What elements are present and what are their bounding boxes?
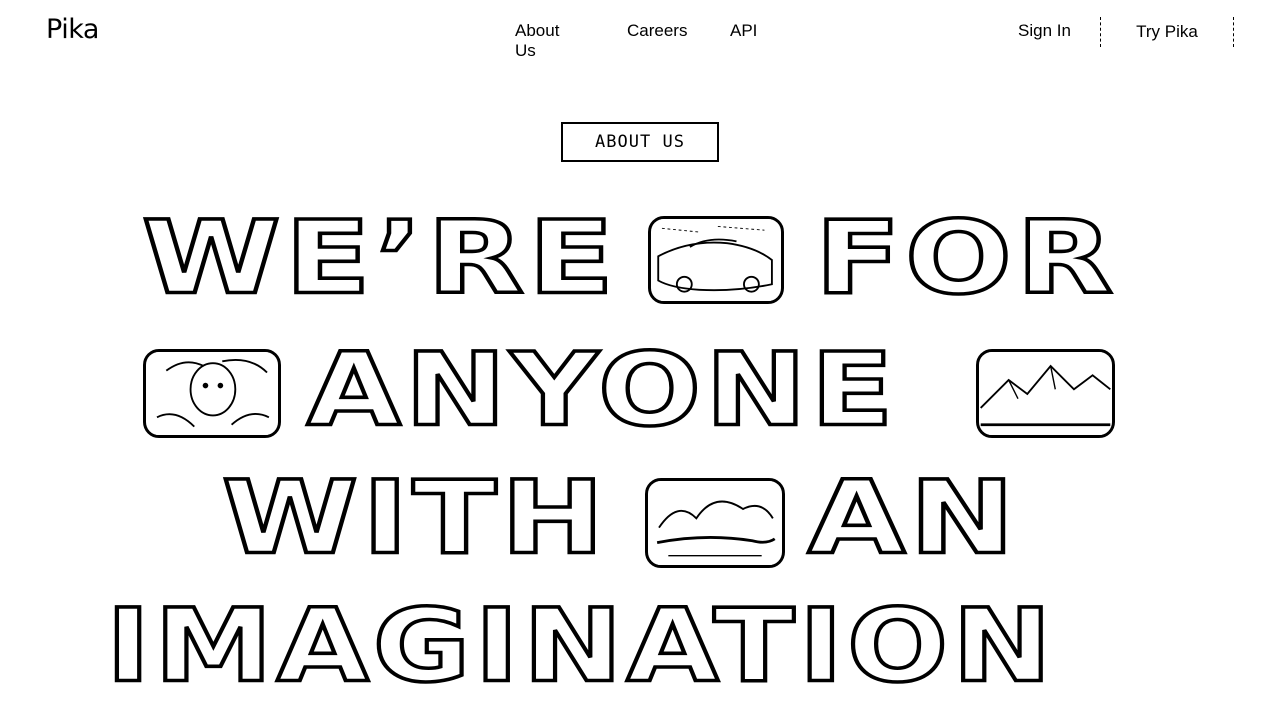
car-video-thumbnail[interactable] [648,216,784,304]
painting-video-thumbnail[interactable] [143,349,281,438]
forest-video-thumbnail[interactable] [645,478,785,568]
mountain-image [980,352,1111,435]
headline-word-anyone: ANYONE [305,331,898,449]
headline-word-with: WITH [220,459,609,577]
headline-word-were: WE’RE [140,199,619,317]
hero-headline: WE’RE FOR ANYONE WITH AN IMAGINATION [0,0,1280,722]
headline-word-for: FOR [813,199,1118,317]
forest-image [649,481,781,565]
headline-word-imagination: IMAGINATION [104,587,1056,705]
headline-word-an: AN [806,459,1020,577]
portrait-image [147,352,277,435]
car-image [652,219,780,301]
mountain-video-thumbnail[interactable] [976,349,1115,438]
